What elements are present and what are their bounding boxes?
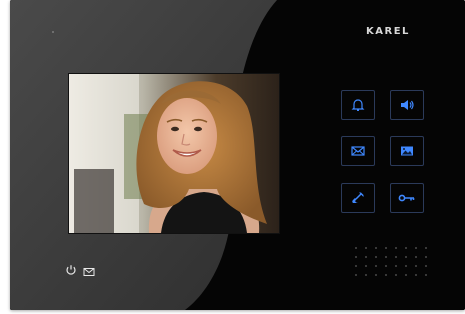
- status-led: [52, 31, 54, 33]
- power-button[interactable]: [65, 263, 77, 275]
- small-envelope-icon: [83, 268, 95, 276]
- video-intercom-device: KAREL: [10, 0, 465, 310]
- volume-button[interactable]: [390, 90, 424, 120]
- call-button[interactable]: [341, 183, 375, 213]
- door-unlock-button[interactable]: [390, 183, 424, 213]
- speaker-icon: [401, 100, 414, 110]
- bell-icon: [351, 99, 365, 111]
- message-button[interactable]: [341, 136, 375, 166]
- power-icon: [66, 265, 76, 275]
- gallery-button[interactable]: [390, 136, 424, 166]
- handset-icon: [352, 192, 364, 203]
- speaker-grille: [355, 247, 427, 276]
- message-indicator-button[interactable]: [83, 264, 95, 276]
- visitor-camera-image: [69, 74, 279, 233]
- brand-logo: KAREL: [366, 26, 410, 37]
- video-display: [68, 73, 280, 234]
- envelope-icon: [351, 146, 365, 156]
- key-icon: [398, 194, 415, 202]
- bell-button[interactable]: [341, 90, 375, 120]
- image-icon: [401, 146, 413, 156]
